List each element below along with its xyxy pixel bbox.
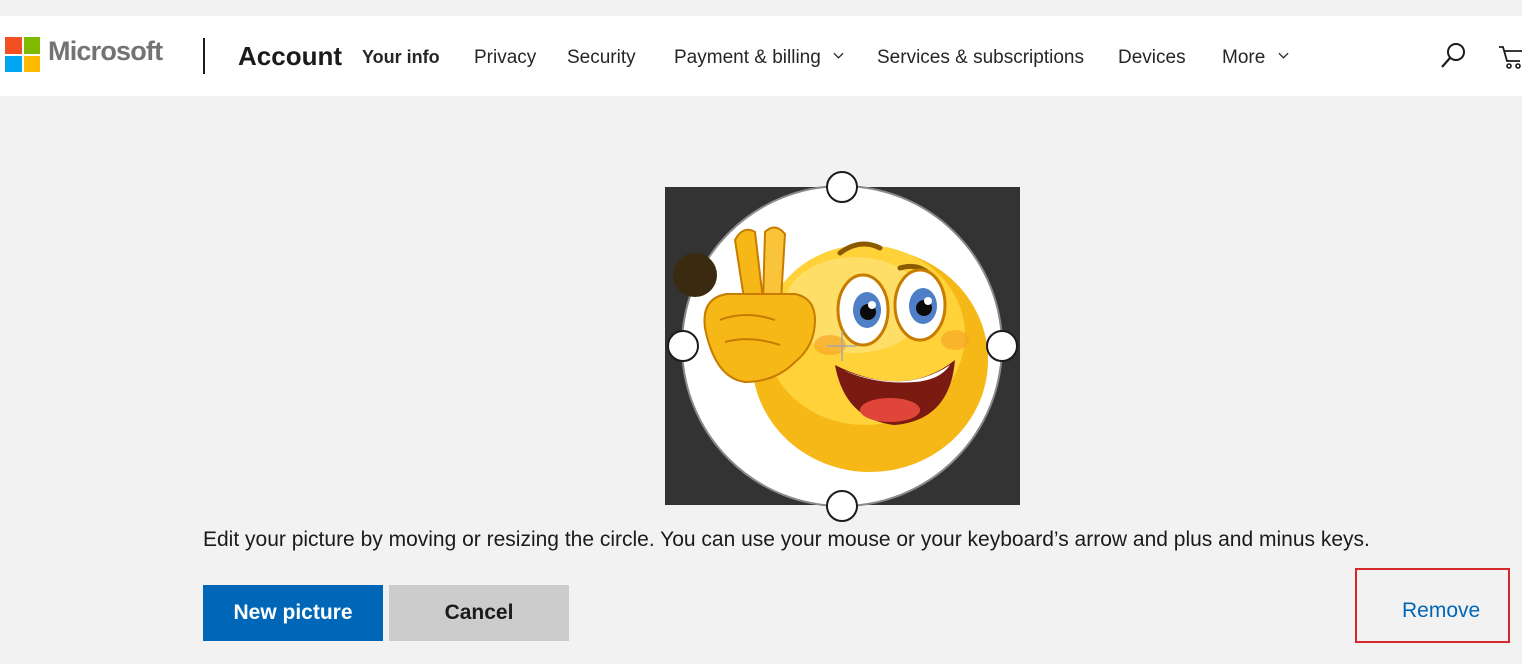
cancel-button[interactable]: Cancel	[389, 585, 569, 641]
nav-label: More	[1222, 47, 1266, 68]
chevron-down-icon	[833, 52, 844, 59]
nav-label: Services & subscriptions	[877, 47, 1084, 68]
chevron-down-icon	[1278, 52, 1289, 59]
remove-link[interactable]: Remove	[1402, 599, 1480, 623]
nav-payment-billing[interactable]: Payment & billing	[674, 47, 844, 69]
microsoft-brand-name[interactable]: Microsoft	[48, 36, 163, 67]
nav-label: Privacy	[474, 47, 537, 68]
header-divider	[203, 38, 205, 74]
new-picture-button[interactable]: New picture	[203, 585, 383, 641]
microsoft-logo-icon[interactable]	[5, 37, 40, 72]
resize-handle-bottom[interactable]	[826, 490, 858, 522]
resize-handle-right[interactable]	[986, 330, 1018, 362]
nav-services-subscriptions[interactable]: Services & subscriptions	[877, 47, 1084, 69]
search-icon[interactable]	[1438, 41, 1468, 71]
nav-label: Devices	[1118, 47, 1186, 68]
nav-label: Payment & billing	[674, 47, 821, 68]
resize-handle-top[interactable]	[826, 171, 858, 203]
edit-instructions: Edit your picture by moving or resizing …	[203, 528, 1370, 551]
crop-area[interactable]	[665, 170, 1020, 525]
nav-label: Your info	[362, 47, 440, 67]
nav-devices[interactable]: Devices	[1118, 47, 1186, 69]
nav-your-info[interactable]: Your info	[362, 47, 440, 68]
account-title[interactable]: Account	[238, 41, 342, 72]
nav-security[interactable]: Security	[567, 47, 636, 69]
cart-icon[interactable]	[1498, 41, 1522, 71]
resize-handle-left[interactable]	[667, 330, 699, 362]
nav-privacy[interactable]: Privacy	[474, 47, 536, 69]
nav-more[interactable]: More	[1222, 47, 1289, 69]
nav-label: Security	[567, 47, 636, 68]
